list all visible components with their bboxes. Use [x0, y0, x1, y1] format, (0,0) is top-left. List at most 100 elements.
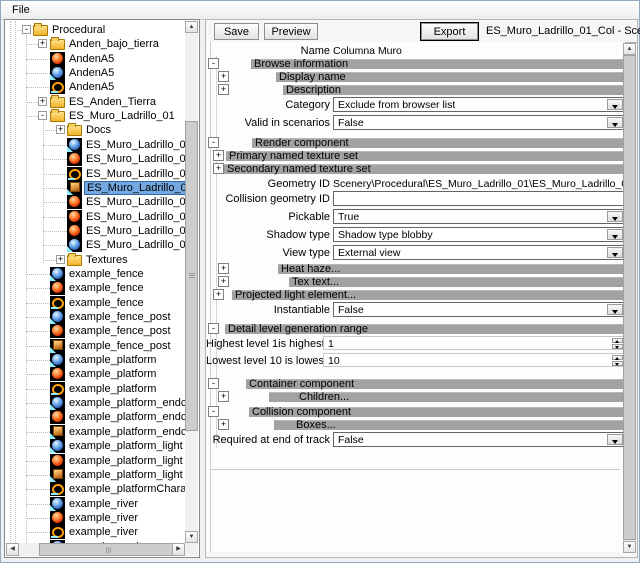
tree-item[interactable]: ES_Muro_Ladrillo_01c [6, 224, 185, 238]
tree-item[interactable]: ES_Muro_Ladrillo_01 [6, 152, 185, 166]
tree-item-label[interactable]: example_fence [67, 268, 146, 280]
text-input[interactable] [333, 191, 625, 206]
panel-vertical-scrollbar[interactable]: ▲ ▼ [623, 43, 636, 553]
section-expand-toggle[interactable]: + [218, 276, 229, 287]
tree-item-label[interactable]: Procedural [50, 24, 107, 36]
section-expand-toggle[interactable]: + [218, 263, 229, 274]
tree-item[interactable]: +Textures [6, 253, 185, 267]
spin-down-button[interactable] [612, 361, 623, 366]
spinner-field[interactable]: 1 [323, 336, 625, 350]
tree-item-label[interactable]: example_fence_post [67, 325, 173, 337]
tree-item[interactable]: AndenA5 [6, 52, 185, 66]
tree-item[interactable]: example_platform_endcap [6, 410, 185, 424]
section-expand-toggle[interactable]: + [213, 289, 224, 300]
tree-item-label[interactable]: example_river [67, 526, 140, 538]
tree-expand-toggle[interactable]: + [56, 125, 65, 134]
tree-item[interactable]: example_platform_light [6, 454, 185, 468]
tree-item-label[interactable]: ES_Muro_Ladrillo_01 [84, 139, 185, 151]
tree-vertical-scrollbar[interactable]: ▲ ▼ [185, 21, 198, 543]
tree-item[interactable]: ES_Muro_Ladrillo_01 [6, 138, 185, 152]
tree-expand-toggle[interactable]: + [38, 39, 47, 48]
tree-item-label[interactable]: example_platform [67, 383, 158, 395]
tree-item-label[interactable]: ES_Muro_Ladrillo_01 [84, 153, 185, 165]
tree-item-label[interactable]: ES_Anden_Tierra [67, 96, 158, 108]
dropdown-field[interactable]: False [333, 302, 625, 317]
tree-item-label[interactable]: AndenA5 [67, 67, 116, 79]
chevron-down-icon[interactable] [607, 247, 623, 258]
section-expand-toggle[interactable]: + [218, 419, 229, 430]
tree-item[interactable]: example_fence [6, 267, 185, 281]
tree-item[interactable]: example_fence_post [6, 310, 185, 324]
tree-item[interactable]: - ES_Muro_Ladrillo_01 [6, 109, 185, 123]
tree-item-label[interactable]: ES_Muro_Ladrillo_01 [84, 168, 185, 180]
scroll-up-button[interactable]: ▲ [623, 43, 636, 55]
tree-collapse-toggle[interactable]: - [22, 25, 31, 34]
tree-item[interactable]: example_platform_light [6, 439, 185, 453]
tree-item[interactable]: example_river [6, 511, 185, 525]
tree-item[interactable]: + ES_Anden_Tierra [6, 95, 185, 109]
tree-item[interactable]: ES_Muro_Ladrillo_01Col [6, 238, 185, 252]
chevron-down-icon[interactable] [607, 434, 623, 445]
tree-item-label[interactable]: example_platform_endcap [67, 411, 185, 423]
scroll-up-button[interactable]: ▲ [185, 21, 198, 33]
spinner-field[interactable]: 10 [323, 353, 625, 367]
scroll-down-button[interactable]: ▼ [185, 531, 198, 543]
tree-hscroll-thumb[interactable] [39, 543, 179, 556]
section-collapse-toggle[interactable]: - [208, 58, 219, 69]
tree-item[interactable]: AndenA5 [6, 66, 185, 80]
tree-item[interactable]: - Procedural [6, 23, 185, 37]
tree-item-label[interactable]: ES_Muro_Ladrillo_01b [84, 211, 185, 223]
dropdown-field[interactable]: Exclude from browser list [333, 97, 625, 112]
spin-down-button[interactable] [612, 344, 623, 349]
chevron-down-icon[interactable] [607, 229, 623, 240]
tree-item[interactable]: example_fence_post [6, 339, 185, 353]
tree-item-label[interactable]: AndenA5 [67, 53, 116, 65]
tree-item-label[interactable]: Anden_bajo_tierra [67, 38, 161, 50]
tree-item-label[interactable]: example_platform_light [67, 440, 185, 452]
tree-item-label[interactable]: Docs [84, 124, 113, 136]
section-collapse-toggle[interactable]: - [208, 406, 219, 417]
tree-expand-toggle[interactable]: + [38, 97, 47, 106]
dropdown-field[interactable]: True [333, 209, 625, 224]
tree-item-label[interactable]: ES_Muro_Ladrillo_01Col [84, 239, 185, 251]
dropdown-field[interactable]: False [333, 115, 625, 130]
section-expand-toggle[interactable]: + [218, 84, 229, 95]
tree-item[interactable]: + Docs [6, 123, 185, 137]
section-collapse-toggle[interactable]: - [208, 323, 219, 334]
tree-item[interactable]: ES_Muro_Ladrillo_01b [6, 210, 185, 224]
tree-item[interactable]: example_fence [6, 281, 185, 295]
tree-item-label[interactable]: example_platform_endcap [67, 397, 185, 409]
spin-up-button[interactable] [612, 355, 623, 360]
tree-item-label[interactable]: example_fence [67, 297, 146, 309]
chevron-down-icon[interactable] [607, 211, 623, 222]
tree-item-label[interactable]: example_river [67, 498, 140, 510]
tree-item-label[interactable]: ES_Muro_Ladrillo_01c [84, 225, 185, 237]
scroll-right-button[interactable]: ▶ [172, 543, 185, 556]
tree-collapse-toggle[interactable]: - [38, 111, 47, 120]
tree-item-label[interactable]: ES_Muro_Ladrillo_01a [84, 196, 185, 208]
tree-item[interactable]: example_river [6, 497, 185, 511]
export-button[interactable]: Export [421, 23, 478, 40]
preview-button[interactable]: Preview [264, 23, 318, 40]
panel-vscroll-thumb[interactable] [623, 55, 636, 540]
tree-vscroll-thumb[interactable] [185, 121, 198, 431]
tree-item[interactable]: example_platform [6, 382, 185, 396]
tree-item-label[interactable]: AndenA5 [67, 81, 116, 93]
tree-item[interactable]: example_platform_light [6, 468, 185, 482]
section-expand-toggle[interactable]: + [218, 391, 229, 402]
tree-item-label[interactable]: example_platformCharacters [67, 483, 185, 495]
section-expand-toggle[interactable]: + [213, 150, 224, 161]
tree-item[interactable]: example_platformCharacters [6, 482, 185, 496]
save-button[interactable]: Save [214, 23, 259, 40]
tree-item-label[interactable]: example_platform [67, 368, 158, 380]
tree-item-label[interactable]: example_platform [67, 354, 158, 366]
section-expand-toggle[interactable]: + [213, 163, 224, 174]
section-expand-toggle[interactable]: + [218, 71, 229, 82]
tree-item-label[interactable]: example_fence_post [67, 340, 173, 352]
tree-item-label[interactable]: ES_Muro_Ladrillo_01 [67, 110, 177, 122]
spin-up-button[interactable] [612, 338, 623, 343]
tree-item[interactable]: example_platform_endcap [6, 396, 185, 410]
dropdown-field[interactable]: False [333, 432, 625, 447]
tree-item[interactable]: example_platform [6, 367, 185, 381]
tree-item-label[interactable]: example_platform_light [67, 455, 185, 467]
